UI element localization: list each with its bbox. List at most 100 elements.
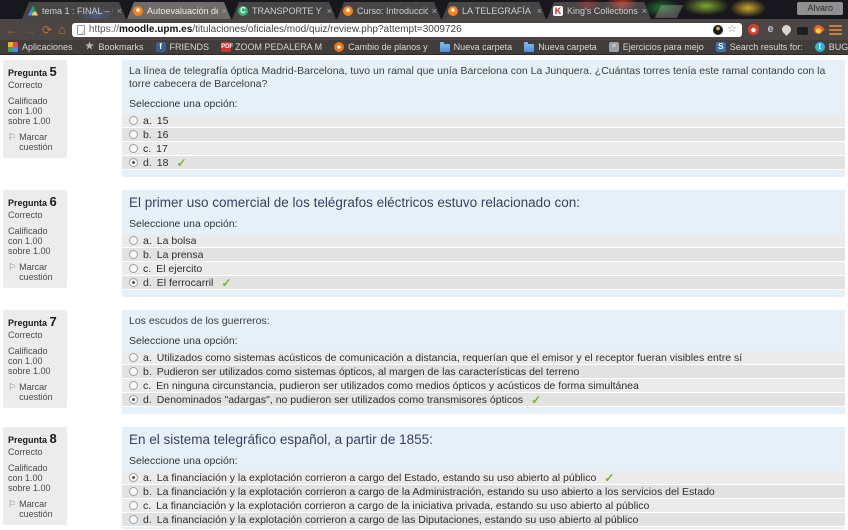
- tab-close-icon[interactable]: ×: [537, 6, 542, 16]
- answer-list: a.Utilizados como sistemas acústicos de …: [122, 351, 845, 407]
- radio-button-icon[interactable]: [129, 367, 138, 376]
- answer-option[interactable]: d.Denominados "adargas", no pudieron ser…: [122, 393, 845, 407]
- tab-4[interactable]: Curso: Introducción a las×: [337, 2, 441, 19]
- bookmark-item[interactable]: PDFZOOM PEDALERA M: [221, 42, 322, 52]
- forward-icon[interactable]: →: [24, 24, 36, 36]
- radio-button-icon[interactable]: [129, 395, 138, 404]
- browser-menu-icon[interactable]: [829, 25, 842, 35]
- answer-option[interactable]: b.16: [122, 128, 845, 142]
- answer-option[interactable]: b.Pudieron ser utilizados como sistemas …: [122, 365, 845, 379]
- option-letter: d.: [143, 394, 152, 406]
- radio-button-icon[interactable]: [129, 236, 138, 245]
- flag-question-link[interactable]: ⚐Marcar cuestión: [8, 262, 62, 282]
- answer-option[interactable]: d.18✓: [122, 156, 845, 170]
- flag-question-link[interactable]: ⚐Marcar cuestión: [8, 132, 62, 152]
- profile-button[interactable]: Alvaro: [797, 2, 843, 15]
- radio-button-icon[interactable]: [129, 250, 138, 259]
- radio-button-icon[interactable]: [129, 353, 138, 362]
- bookmark-item[interactable]: fFRIENDS: [156, 42, 210, 52]
- answer-option[interactable]: b.La financiación y la explotación corri…: [122, 485, 845, 499]
- question-grade: Calificado con 1.00 sobre 1.00: [8, 463, 62, 493]
- answer-option[interactable]: c.La financiación y la explotación corri…: [122, 499, 845, 513]
- flag-question-link[interactable]: ⚐Marcar cuestión: [8, 382, 62, 402]
- profile-avatar-icon[interactable]: [713, 25, 723, 35]
- radio-button-icon[interactable]: [129, 278, 138, 287]
- correct-check-icon: ✓: [531, 393, 541, 407]
- question-block-8: Pregunta 8CorrectoCalificado con 1.00 so…: [122, 427, 845, 529]
- tab-close-icon[interactable]: ×: [432, 6, 437, 16]
- tab-close-icon[interactable]: ×: [327, 6, 332, 16]
- flag-label: Marcar cuestión: [19, 132, 62, 152]
- bookmark-item[interactable]: ≡Ejercicios para mejo: [609, 42, 704, 52]
- radio-button-icon[interactable]: [129, 515, 138, 524]
- question-text: La línea de telegrafía óptica Madrid-Bar…: [122, 63, 845, 98]
- answer-option[interactable]: a.15: [122, 114, 845, 128]
- bookmark-item[interactable]: Nueva carpeta: [440, 42, 513, 52]
- reload-icon[interactable]: ⟳: [42, 24, 52, 36]
- radio-button-icon[interactable]: [129, 381, 138, 390]
- new-tab-button[interactable]: [655, 5, 684, 18]
- bookmark-item[interactable]: Aplicaciones: [8, 42, 73, 52]
- answer-option[interactable]: c.El ejercito: [122, 262, 845, 276]
- tab-title: LA TELEGRAFÍA ÓPTICA: [462, 6, 533, 16]
- tab-5[interactable]: LA TELEGRAFÍA ÓPTICA ×: [442, 2, 546, 19]
- question-status: Correcto: [8, 330, 62, 340]
- answer-option[interactable]: d.El ferrocarril✓: [122, 276, 845, 290]
- bookmark-label: Ejercicios para mejo: [623, 42, 704, 52]
- answer-option[interactable]: c.En ninguna circunstancia, pudieron ser…: [122, 379, 845, 393]
- option-letter: c.: [143, 500, 151, 512]
- tab-2[interactable]: Autoevaluación de las lec×: [127, 2, 231, 19]
- flag-question-link[interactable]: ⚐Marcar cuestión: [8, 499, 62, 519]
- tab-6[interactable]: KKing's Collections : Online×: [547, 2, 651, 19]
- answer-option[interactable]: a.Utilizados como sistemas acústicos de …: [122, 351, 845, 365]
- pin-extension-icon[interactable]: [780, 23, 793, 36]
- screen-extension-icon[interactable]: [797, 27, 808, 35]
- tab-close-icon[interactable]: ×: [642, 6, 647, 16]
- tab-close-icon[interactable]: ×: [222, 6, 227, 16]
- bookmark-item[interactable]: tBUGERA 333 XL 212: [815, 42, 848, 52]
- question-formulation: En el sistema telegráfico español, a par…: [122, 427, 845, 529]
- radio-button-icon[interactable]: [129, 130, 138, 139]
- question-block-7: Pregunta 7CorrectoCalificado con 1.00 so…: [122, 310, 845, 414]
- bookmarks-star-icon: ★: [85, 42, 95, 52]
- pocket-extension-icon[interactable]: [748, 24, 759, 35]
- radio-button-icon[interactable]: [129, 487, 138, 496]
- bookmark-label: Nueva carpeta: [454, 42, 513, 52]
- tab-1[interactable]: tema 1 : FINAL – Google D×: [22, 2, 126, 19]
- radio-button-icon[interactable]: [129, 116, 138, 125]
- e-extension-icon[interactable]: e: [765, 24, 776, 35]
- answer-option[interactable]: c.17: [122, 142, 845, 156]
- radio-button-icon[interactable]: [129, 501, 138, 510]
- question-info-box: Pregunta 8CorrectoCalificado con 1.00 so…: [3, 427, 67, 525]
- option-letter: d.: [143, 277, 152, 289]
- radio-button-icon[interactable]: [129, 264, 138, 273]
- bookmark-star-icon[interactable]: ☆: [727, 24, 737, 35]
- page-icon: [77, 25, 85, 35]
- radio-button-icon[interactable]: [129, 144, 138, 153]
- answer-option[interactable]: b.La prensa: [122, 248, 845, 262]
- tab-3[interactable]: CTRANSPORTE Y COMUNIC×: [232, 2, 336, 19]
- answer-option[interactable]: a.La financiación y la explotación corri…: [122, 471, 845, 485]
- bookmark-item[interactable]: Nueva carpeta: [524, 42, 597, 52]
- home-icon[interactable]: ⌂: [58, 24, 66, 36]
- question-block-5: Pregunta 5CorrectoCalificado con 1.00 so…: [122, 60, 845, 177]
- tab-close-icon[interactable]: ×: [117, 6, 122, 16]
- bookmark-label: ZOOM PEDALERA M: [235, 42, 322, 52]
- flame-extension-icon[interactable]: [812, 23, 825, 36]
- bookmark-item[interactable]: Cambio de planos y: [334, 42, 428, 52]
- answer-option[interactable]: d.La financiación y la explotación corri…: [122, 513, 845, 527]
- question-number: Pregunta 8: [8, 431, 62, 446]
- radio-button-icon[interactable]: [129, 473, 138, 482]
- option-text: La financiación y la explotación corrier…: [157, 514, 639, 526]
- bookmark-item[interactable]: SSearch results for:: [716, 42, 803, 52]
- address-bar[interactable]: https://moodle.upm.es/titulaciones/ofici…: [72, 23, 742, 37]
- answer-option[interactable]: a.La bolsa: [122, 234, 845, 248]
- bookmark-label: Bookmarks: [99, 42, 144, 52]
- bookmark-item[interactable]: ★ Bookmarks: [85, 42, 144, 52]
- url-text[interactable]: https://moodle.upm.es/titulaciones/ofici…: [89, 24, 709, 35]
- tab-strip: tema 1 : FINAL – Google D×Autoevaluación…: [0, 0, 848, 19]
- select-option-prompt: Seleccione una opción:: [122, 98, 845, 114]
- radio-button-icon[interactable]: [129, 158, 138, 167]
- back-icon[interactable]: ←: [6, 24, 18, 36]
- answer-list: a.15b.16c.17d.18✓: [122, 114, 845, 170]
